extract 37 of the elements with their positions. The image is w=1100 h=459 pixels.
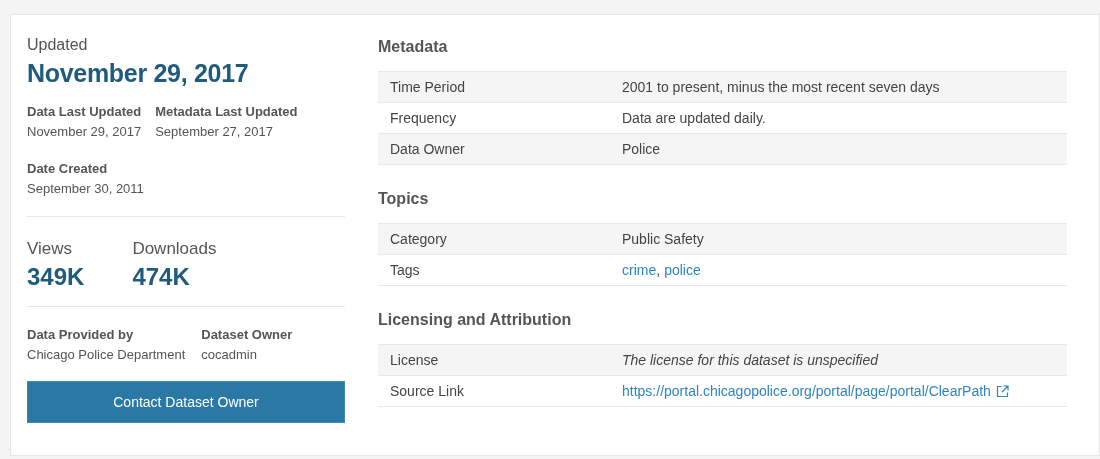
updated-date: November 29, 2017 bbox=[27, 58, 250, 89]
row-label: Source Link bbox=[390, 381, 465, 401]
row-value: Data are updated daily. bbox=[622, 108, 767, 128]
stat-value: 349K bbox=[27, 262, 85, 292]
row-label: Category bbox=[390, 229, 448, 249]
field-value: November 29, 2017 bbox=[27, 123, 142, 141]
section-heading: Licensing and Attribution bbox=[378, 310, 573, 330]
row-label: Time Period bbox=[390, 77, 466, 97]
row-label: License bbox=[390, 350, 440, 370]
field-value: cocadmin bbox=[201, 346, 258, 364]
tag-link[interactable]: crime bbox=[622, 259, 657, 281]
field-value: September 30, 2011 bbox=[27, 180, 144, 198]
field-label: Dataset Owner bbox=[201, 326, 293, 344]
field-label: Data Provided by bbox=[27, 326, 135, 344]
tag-separator: , bbox=[656, 260, 661, 280]
updated-label: Updated bbox=[27, 35, 89, 55]
field-label: Metadata Last Updated bbox=[155, 103, 298, 121]
source-link[interactable]: https://portal.chicagopolice.org/portal/page/portal/ClearPath bbox=[622, 380, 991, 402]
field-value: Chicago Police Department bbox=[27, 346, 186, 364]
stat-value: 474K bbox=[132, 262, 191, 292]
stat-label: Views bbox=[27, 238, 74, 260]
row-label: Frequency bbox=[390, 108, 458, 128]
row-value: The license for this dataset is unspecified bbox=[622, 350, 880, 370]
row-value: Police bbox=[622, 139, 662, 159]
external-link-icon[interactable] bbox=[995, 384, 1009, 398]
section-heading: Metadata bbox=[378, 37, 449, 57]
section-heading: Topics bbox=[378, 189, 430, 209]
row-value: Public Safety bbox=[622, 229, 705, 249]
tag-link[interactable]: police bbox=[664, 259, 701, 281]
field-value: September 27, 2017 bbox=[155, 123, 274, 141]
row-label: Data Owner bbox=[390, 139, 466, 159]
row-value: 2001 to present, minus the most recent seven days bbox=[622, 77, 941, 97]
row-label: Tags bbox=[390, 260, 421, 280]
field-label: Data Last Updated bbox=[27, 103, 142, 121]
field-label: Date Created bbox=[27, 160, 109, 178]
contact-button[interactable]: Contact Dataset Owner bbox=[27, 381, 345, 423]
stat-label: Downloads bbox=[132, 238, 217, 260]
